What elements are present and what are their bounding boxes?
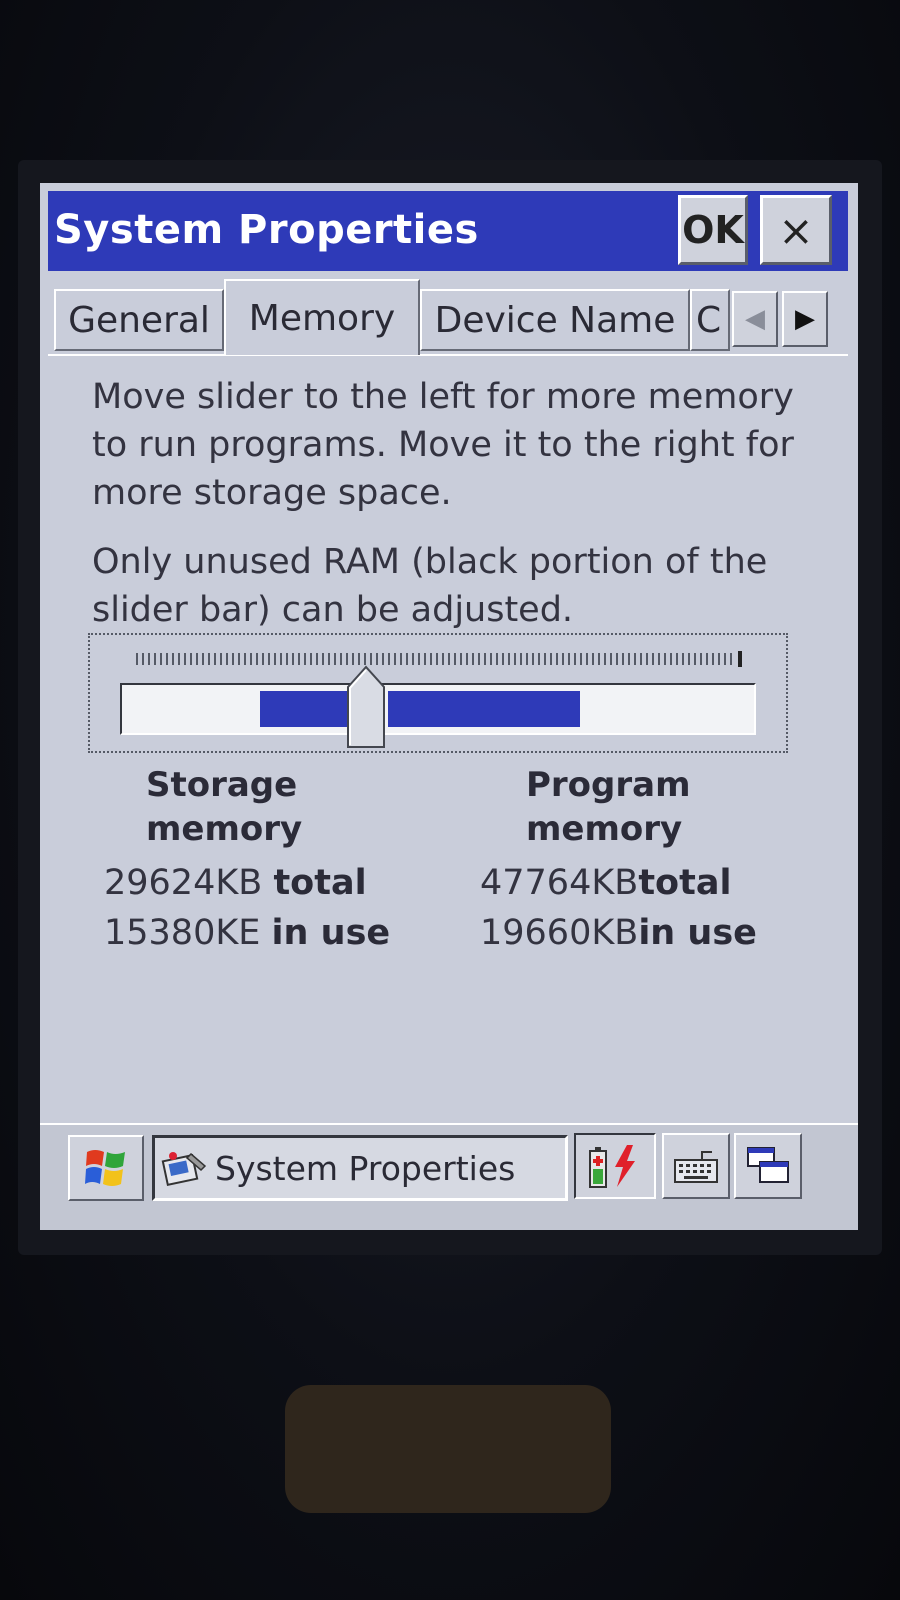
start-button[interactable]	[68, 1135, 144, 1201]
program-in-use: 19660KBin use	[480, 913, 757, 953]
window-title: System Properties	[54, 207, 479, 253]
memory-slider[interactable]	[88, 633, 788, 753]
tab-memory[interactable]: Memory	[224, 279, 420, 355]
tab-device-name[interactable]: Device Name	[420, 289, 690, 351]
note-text: Only unused RAM (black portion of the sl…	[92, 542, 768, 630]
screen: System Properties OK × General Memory De…	[40, 183, 858, 1230]
keyboard-icon	[674, 1151, 718, 1183]
tab-scroll-left-button[interactable]: ◀	[732, 291, 778, 347]
title-bar: System Properties OK ×	[48, 191, 848, 271]
taskbar-task-label: System Properties	[215, 1148, 516, 1188]
tab-divider	[48, 354, 848, 356]
slider-ticks	[136, 653, 736, 665]
storage-in-use-value: 15380KE	[104, 913, 261, 953]
storage-memory-heading: Storage memory	[146, 765, 303, 849]
slider-thumb[interactable]	[346, 665, 386, 749]
battery-status[interactable]	[574, 1133, 656, 1199]
taskbar: System Properties	[40, 1123, 858, 1230]
close-button[interactable]: ×	[760, 195, 832, 265]
tab-more[interactable]: C	[690, 289, 730, 351]
ok-button[interactable]: OK	[678, 195, 748, 265]
program-total-label: total	[638, 863, 732, 903]
windows-stack-icon	[747, 1147, 789, 1183]
switch-windows-button[interactable]	[734, 1133, 802, 1199]
storage-total-label: total	[273, 863, 367, 903]
storage-in-use: 15380KE in use	[104, 913, 390, 953]
input-panel-button[interactable]	[662, 1133, 730, 1199]
triangle-left-icon: ◀	[745, 304, 765, 334]
program-total-value: 47764KB	[480, 863, 639, 903]
instructions-text: Move slider to the left for more memory …	[92, 377, 794, 513]
device-body: System Properties OK × General Memory De…	[0, 0, 900, 1600]
slider-track	[120, 683, 756, 735]
windows-logo-icon	[85, 1150, 125, 1186]
storage-total-value: 29624KB	[104, 863, 263, 903]
tab-general[interactable]: General	[54, 289, 224, 351]
hardware-scan-button[interactable]	[285, 1385, 611, 1513]
taskbar-system-properties[interactable]: System Properties	[152, 1135, 568, 1201]
triangle-right-icon: ▶	[795, 304, 815, 334]
tab-scroll-right-button[interactable]: ▶	[782, 291, 828, 347]
storage-memory-column: Storage memory 29624KB total 15380KE in …	[104, 763, 404, 953]
slider-tick-end	[738, 651, 742, 667]
program-memory-heading: Program memory	[526, 765, 691, 849]
program-total: 47764KBtotal	[480, 863, 731, 903]
storage-total: 29624KB total	[104, 863, 367, 903]
system-properties-icon	[161, 1152, 207, 1187]
slider-fill-storage	[260, 691, 350, 727]
tab-strip: General Memory Device Name C ◀ ▶	[48, 279, 848, 357]
program-in-use-value: 19660KB	[480, 913, 639, 953]
battery-charging-icon	[589, 1145, 635, 1188]
program-memory-column: Program memory 47764KBtotal 19660KBin us…	[480, 763, 780, 953]
slider-fill-program	[388, 691, 580, 727]
program-in-use-label: in use	[638, 913, 757, 953]
storage-in-use-label: in use	[271, 913, 391, 953]
